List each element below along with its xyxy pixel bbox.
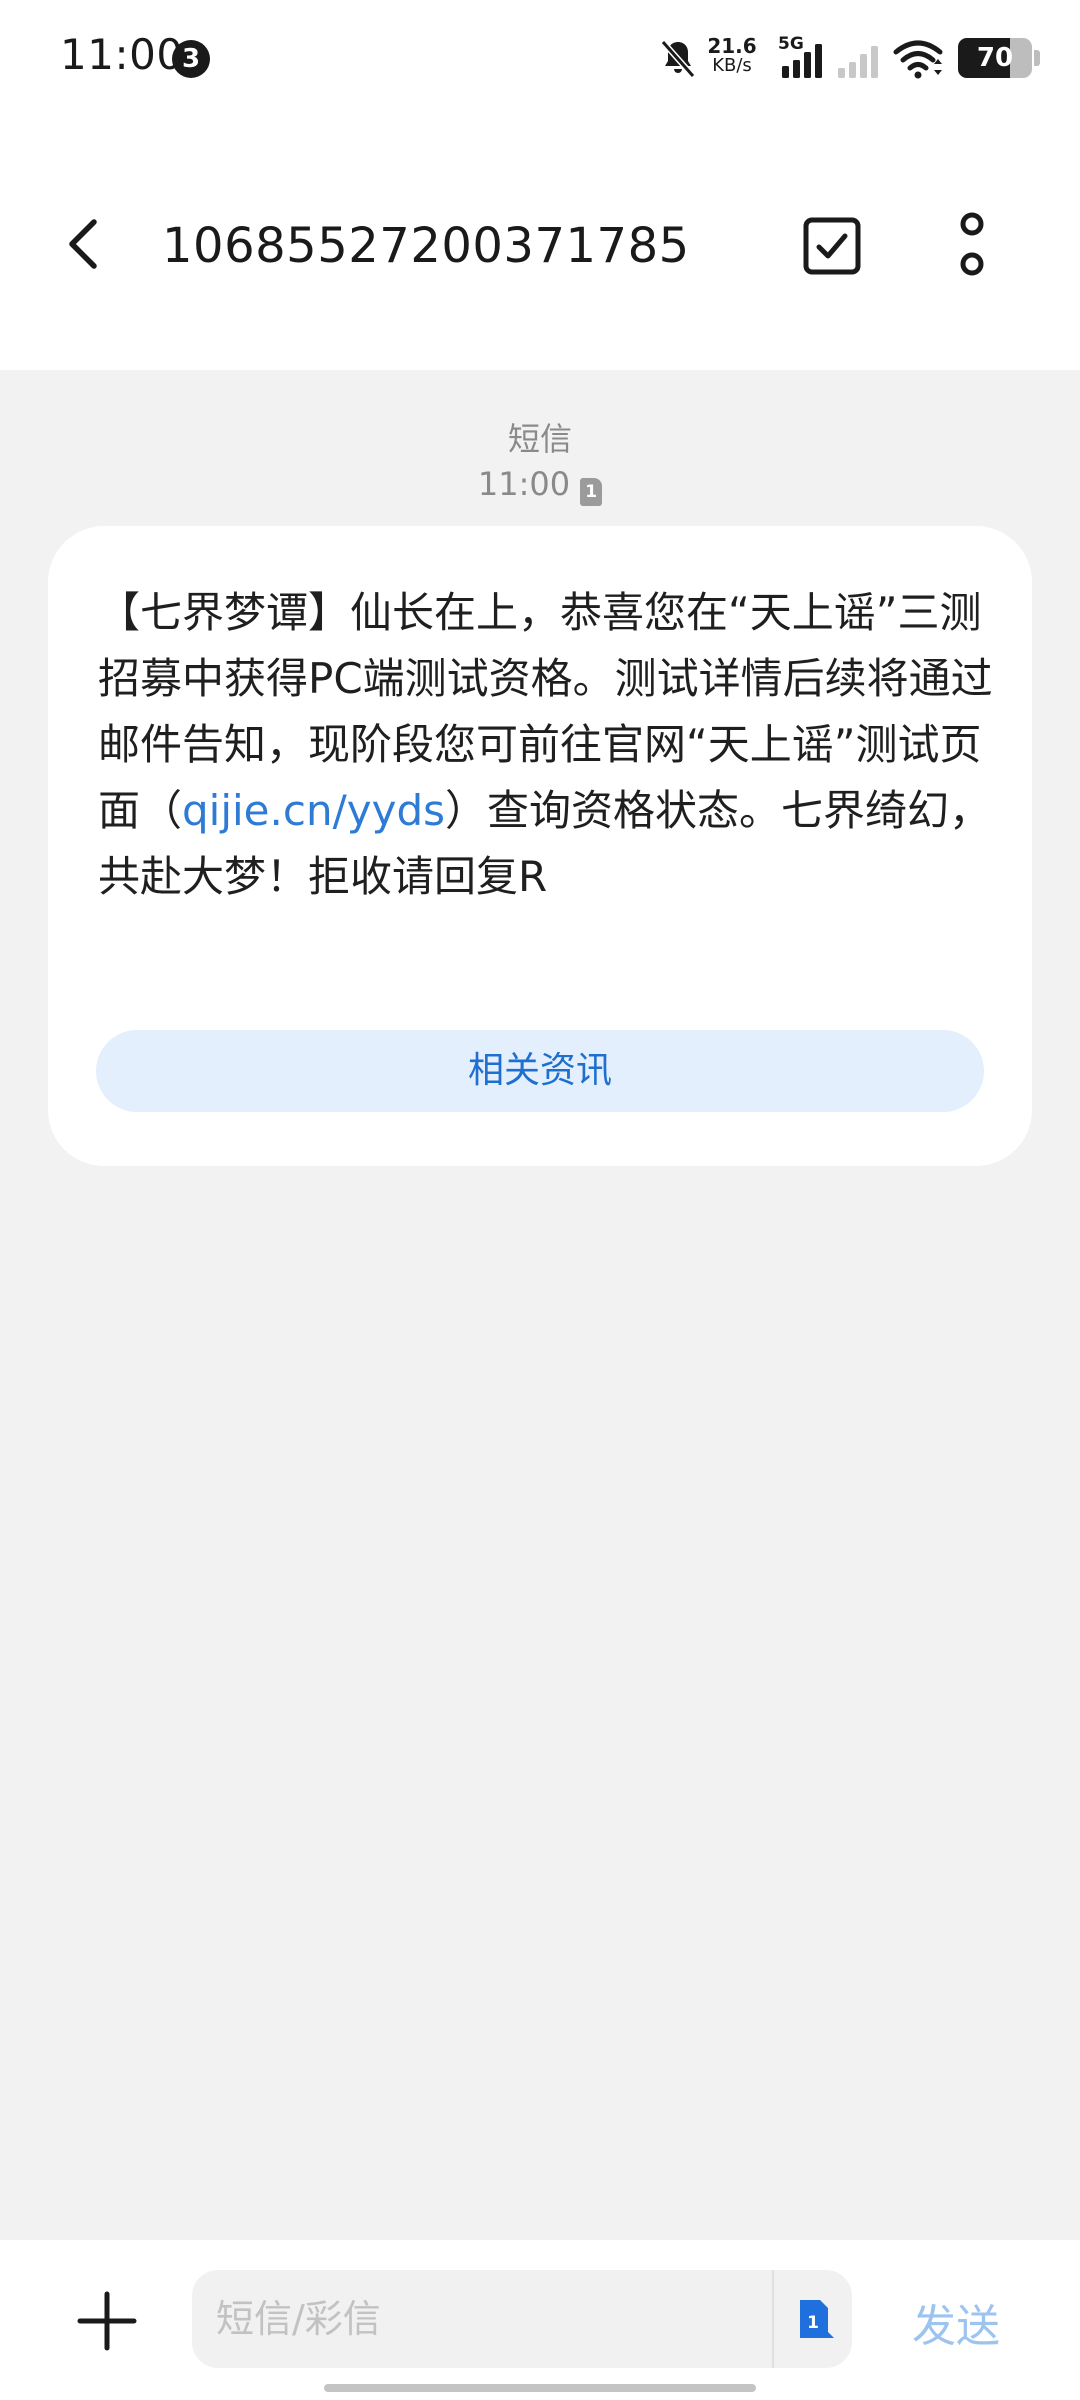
plus-icon[interactable] [76,2290,138,2352]
message-meta: 短信 11:00 1 [0,418,1080,506]
status-time: 11:00 [60,30,184,79]
message-link[interactable]: qijie.cn/yyds [182,786,445,835]
signal-strength-secondary-icon [838,46,878,78]
message-body: 【七界梦谭】仙长在上，恭喜您在“天上谣”三测招募中获得PC端测试资格。测试详情后… [98,580,998,910]
home-indicator[interactable] [324,2384,756,2392]
message-time: 11:00 [477,465,571,503]
sim-card-icon: 1 [580,478,603,506]
sms-conversation-screen: 11:00 3 21.6 KB/s 5G 70 1068552720037178… [0,0,1080,2400]
message-input-container: 1 [192,2270,852,2368]
related-news-button[interactable]: 相关资讯 [96,1030,984,1112]
input-divider [772,2270,774,2368]
status-bar: 11:00 3 21.6 KB/s 5G 70 [0,0,1080,118]
back-arrow-icon[interactable] [56,214,116,274]
message-bubble[interactable]: 【七界梦谭】仙长在上，恭喜您在“天上谣”三测招募中获得PC端测试资格。测试详情后… [48,526,1032,1166]
compose-bar: 1 发送 [0,2240,1080,2400]
signal-5g: 5G [778,34,828,80]
network-speed-value: 21.6 [707,34,757,58]
network-speed: 21.6 KB/s [706,36,758,76]
message-time-row: 11:00 1 [0,462,1080,506]
sim-card-select-icon[interactable]: 1 [792,2296,836,2342]
wifi-icon [893,40,943,79]
signal-strength-icon [782,44,822,78]
status-icons: 21.6 KB/s 5G 70 [620,34,1040,84]
battery-level: 70 [976,43,1014,73]
network-speed-unit: KB/s [712,55,752,76]
notification-count-badge: 3 [172,40,210,78]
multi-select-checkbox-icon[interactable] [800,214,864,278]
message-type-label: 短信 [507,420,572,458]
contact-number-title: 10685527200371785 [162,218,690,274]
more-options-icon[interactable] [940,210,1004,280]
message-input[interactable] [216,2270,756,2368]
compose-sim-slot: 1 [807,2313,819,2333]
bell-muted-icon [660,40,696,78]
send-button[interactable]: 发送 [912,2290,1000,2354]
battery-indicator: 70 [958,38,1040,78]
conversation-header: 10685527200371785 [0,118,1080,370]
